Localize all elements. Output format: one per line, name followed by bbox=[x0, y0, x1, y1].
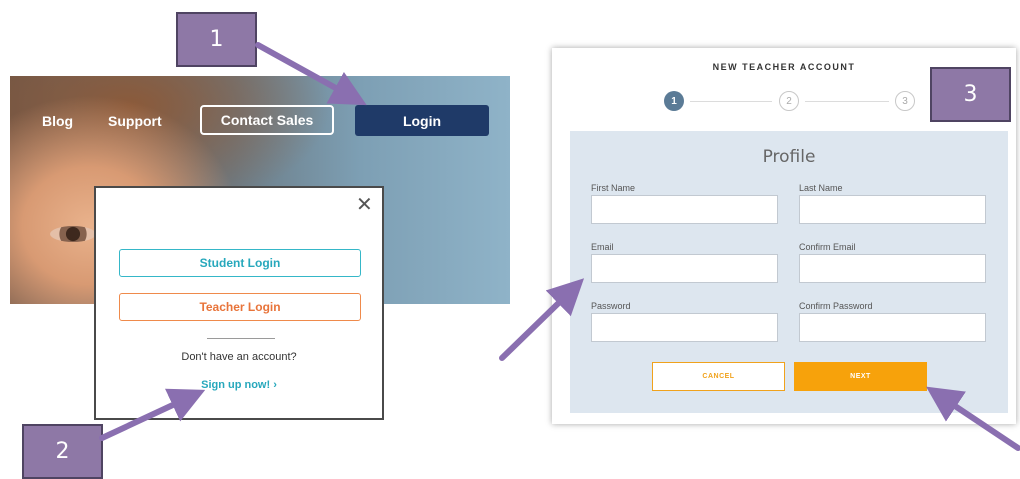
confirm-password-label: Confirm Password bbox=[799, 301, 873, 311]
password-label: Password bbox=[591, 301, 631, 311]
callout-step-1: 1 bbox=[176, 12, 257, 67]
student-login-button[interactable]: Student Login bbox=[119, 249, 361, 277]
profile-heading: Profile bbox=[762, 147, 816, 167]
first-name-field[interactable] bbox=[591, 195, 778, 224]
stepper-line bbox=[690, 101, 772, 102]
step-1-indicator: 1 bbox=[664, 91, 684, 111]
close-icon[interactable]: ✕ bbox=[356, 195, 373, 215]
email-label: Email bbox=[591, 242, 614, 252]
password-field[interactable] bbox=[591, 313, 778, 342]
confirm-email-label: Confirm Email bbox=[799, 242, 856, 252]
nav-support-link[interactable]: Support bbox=[108, 113, 162, 129]
sign-up-link[interactable]: Sign up now! › bbox=[96, 379, 382, 391]
teacher-login-button[interactable]: Teacher Login bbox=[119, 293, 361, 321]
confirm-email-field[interactable] bbox=[799, 254, 986, 283]
step-2-indicator: 2 bbox=[779, 91, 799, 111]
last-name-field[interactable] bbox=[799, 195, 986, 224]
step-3-indicator: 3 bbox=[895, 91, 915, 111]
cancel-button[interactable]: CANCEL bbox=[652, 362, 785, 391]
email-field[interactable] bbox=[591, 254, 778, 283]
confirm-password-field[interactable] bbox=[799, 313, 986, 342]
callout-step-2: 2 bbox=[22, 424, 103, 479]
next-button[interactable]: NEXT bbox=[794, 362, 927, 391]
stepper-line bbox=[805, 101, 889, 102]
login-popup: ✕ Student Login Teacher Login Don't have… bbox=[94, 186, 384, 420]
top-nav: Blog Support Contact Sales Login bbox=[10, 104, 510, 138]
first-name-label: First Name bbox=[591, 183, 636, 193]
last-name-label: Last Name bbox=[799, 183, 843, 193]
login-button[interactable]: Login bbox=[355, 105, 489, 136]
child-face-image bbox=[50, 226, 96, 242]
nav-blog-link[interactable]: Blog bbox=[42, 113, 73, 129]
callout-step-3: 3 bbox=[930, 67, 1011, 122]
popup-divider bbox=[207, 338, 275, 339]
no-account-text: Don't have an account? bbox=[181, 351, 297, 363]
profile-form: Profile First Name Last Name Email Confi… bbox=[570, 131, 1008, 413]
contact-sales-button[interactable]: Contact Sales bbox=[200, 105, 334, 135]
